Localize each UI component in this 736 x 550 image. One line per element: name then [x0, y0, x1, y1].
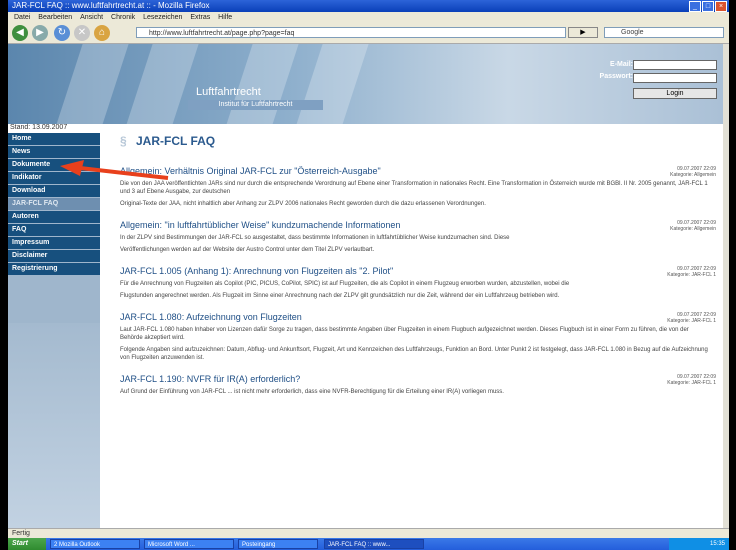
article-text: Veröffentlichungen werden auf der Websit… — [120, 247, 375, 253]
site-title: Luftfahrtrecht — [196, 86, 261, 98]
sidebar-decoration — [8, 323, 100, 528]
menu-edit[interactable]: Bearbeiten — [38, 14, 72, 21]
vertical-scrollbar[interactable] — [723, 44, 729, 528]
taskbar: Start 2 Mozilla Outlook Microsoft Word .… — [8, 538, 729, 550]
sidebar-item-news[interactable]: News — [8, 146, 100, 158]
article-category: Kategorie: JAR-FCL 1 — [667, 318, 716, 324]
site-subtitle: Institut für Luftfahrtrecht — [188, 100, 323, 110]
article-text: Flugstunden angerechnet werden. Als Flug… — [120, 293, 560, 299]
taskbar-item[interactable]: 2 Mozilla Outlook — [50, 539, 140, 549]
window-controls: _ □ × — [689, 1, 727, 12]
main-content: JAR-FCL FAQ 09.07.2007 22:09Kategorie: A… — [120, 134, 716, 408]
browser-window: JAR-FCL FAQ :: www.luftfahrtrecht.at :: … — [8, 0, 729, 550]
password-label: Passwort: — [599, 73, 633, 80]
sidebar-item-indikator[interactable]: Indikator — [8, 172, 100, 184]
article-meta: 09.07.2007 22:09 Kategorie: Allgemein — [636, 220, 716, 232]
sidebar-item-home[interactable]: Home — [8, 133, 100, 145]
minimize-button[interactable]: _ — [689, 1, 701, 12]
article-text: Laut JAR-FCL 1.080 haben Inhaber von Liz… — [120, 327, 689, 341]
taskbar-item[interactable]: Posteingang — [238, 539, 318, 549]
back-arrow-icon[interactable]: ◀ — [12, 25, 28, 41]
window-title: JAR-FCL FAQ :: www.luftfahrtrecht.at :: … — [12, 1, 210, 10]
email-label: E-Mail: — [610, 61, 633, 68]
date-label: Stand: 13.09.2007 — [10, 124, 68, 131]
article-meta: 09.07.2007 22:09 Kategorie: JAR-FCL 1 — [636, 312, 716, 324]
menu-bookmarks[interactable]: Lesezeichen — [143, 14, 182, 21]
sidebar-nav: Home News Dokumente Indikator Download J… — [8, 133, 100, 528]
sidebar-item-jar-fcl-faq[interactable]: JAR-FCL FAQ — [8, 198, 100, 210]
faq-article: 09.07.2007 22:09 Kategorie: JAR-FCL 1 JAR… — [120, 266, 716, 300]
close-button[interactable]: × — [715, 1, 727, 12]
article-meta: 09.07.2007 22:09 Kategorie: JAR-FCL 1 — [636, 266, 716, 278]
email-field[interactable] — [633, 60, 717, 70]
page-title: JAR-FCL FAQ — [120, 134, 716, 148]
menu-history[interactable]: Chronik — [111, 14, 135, 21]
clock: 15:35 — [709, 541, 725, 547]
article-category: Kategorie: Allgemein — [670, 226, 716, 232]
article-text: Folgende Angaben sind aufzuzeichnen: Dat… — [120, 347, 708, 361]
sidebar-item-dokumente[interactable]: Dokumente — [8, 159, 100, 171]
sidebar-item-registrierung[interactable]: Registrierung — [8, 263, 100, 275]
article-meta: 09.07.2007 22:09 Kategorie: JAR-FCL 1 — [636, 374, 716, 386]
search-input[interactable]: Google — [604, 27, 724, 38]
start-button[interactable]: Start — [8, 538, 46, 550]
site-header: Luftfahrtrecht Institut für Luftfahrtrec… — [8, 44, 723, 124]
system-tray: 15:35 — [669, 538, 729, 550]
status-bar: Fertig — [8, 528, 729, 538]
article-text: Original-Texte der JAA, nicht inhaltlich… — [120, 201, 486, 207]
sidebar-item-faq[interactable]: FAQ — [8, 224, 100, 236]
article-title-link[interactable]: JAR-FCL 1.080: Aufzeichnung von Flugzeit… — [120, 312, 590, 322]
forward-arrow-icon[interactable]: ▶ — [32, 25, 48, 41]
article-title-link[interactable]: JAR-FCL 1.190: NVFR für IR(A) erforderli… — [120, 374, 590, 384]
article-category: Kategorie: JAR-FCL 1 — [667, 380, 716, 386]
stop-icon[interactable]: ✕ — [74, 25, 90, 41]
title-bar: JAR-FCL FAQ :: www.luftfahrtrecht.at :: … — [8, 0, 729, 12]
password-field[interactable] — [633, 73, 717, 83]
go-button[interactable]: ▶ — [568, 27, 598, 38]
article-category: Kategorie: JAR-FCL 1 — [667, 272, 716, 278]
menu-view[interactable]: Ansicht — [80, 14, 103, 21]
faq-article: 09.07.2007 22:09 Kategorie: JAR-FCL 1 JAR… — [120, 374, 716, 396]
faq-article: 09.07.2007 22:09 Kategorie: Allgemein All… — [120, 166, 716, 208]
faq-article: 09.07.2007 22:09 Kategorie: JAR-FCL 1 JAR… — [120, 312, 716, 362]
article-category: Kategorie: Allgemein — [670, 172, 716, 178]
sidebar-item-download[interactable]: Download — [8, 185, 100, 197]
faq-article: 09.07.2007 22:09 Kategorie: Allgemein All… — [120, 220, 716, 254]
menu-help[interactable]: Hilfe — [218, 14, 232, 21]
sidebar-item-impressum[interactable]: Impressum — [8, 237, 100, 249]
article-text: Auf Grund der Einführung von JAR-FCL ...… — [120, 389, 504, 395]
login-form: E-Mail: Passwort: Login — [513, 60, 723, 110]
reload-icon[interactable]: ↻ — [54, 25, 70, 41]
menu-tools[interactable]: Extras — [190, 14, 210, 21]
web-page: Luftfahrtrecht Institut für Luftfahrtrec… — [8, 44, 723, 528]
url-input[interactable]: http://www.luftfahrtrecht.at/page.php?pa… — [136, 27, 566, 38]
taskbar-item[interactable]: JAR-FCL FAQ :: www... — [324, 539, 424, 549]
menu-bar: Datei Bearbeiten Ansicht Chronik Lesezei… — [8, 12, 729, 23]
article-text: Für die Anrechnung von Flugzeiten als Co… — [120, 281, 570, 287]
sidebar-item-disclaimer[interactable]: Disclaimer — [8, 250, 100, 262]
taskbar-item[interactable]: Microsoft Word ... — [144, 539, 234, 549]
article-text: Die von den JAA veröffentlichten JARs si… — [120, 181, 708, 195]
article-title-link[interactable]: Allgemein: "in luftfahrtüblicher Weise" … — [120, 220, 590, 230]
article-text: In der ZLPV sind Bestimmungen der JAR-FC… — [120, 235, 510, 241]
sidebar-item-autoren[interactable]: Autoren — [8, 211, 100, 223]
home-icon[interactable]: ⌂ — [94, 25, 110, 41]
menu-file[interactable]: Datei — [14, 14, 30, 21]
article-meta: 09.07.2007 22:09 Kategorie: Allgemein — [636, 166, 716, 178]
navigation-toolbar: ◀ ▶ ↻ ✕ ⌂ http://www.luftfahrtrecht.at/p… — [8, 23, 729, 44]
maximize-button[interactable]: □ — [702, 1, 714, 12]
article-title-link[interactable]: JAR-FCL 1.005 (Anhang 1): Anrechnung von… — [120, 266, 590, 276]
login-button[interactable]: Login — [633, 88, 717, 99]
article-title-link[interactable]: Allgemein: Verhältnis Original JAR-FCL z… — [120, 166, 590, 176]
